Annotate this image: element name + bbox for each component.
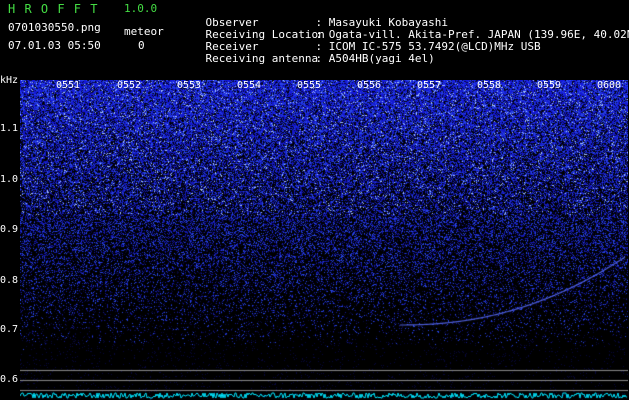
y-tick-label: 0.6 <box>0 374 19 385</box>
datetime: 07.01.03 05:50 <box>8 39 101 52</box>
antenna-label: Receiving antenna <box>205 52 319 65</box>
time-tick-label: 0600 <box>597 80 622 91</box>
y-unit-label: kHz <box>0 75 19 86</box>
y-tick-label: 1.1 <box>0 123 19 134</box>
meteor-count: 0 <box>138 39 145 52</box>
time-tick-label: 0552 <box>117 80 142 91</box>
app-name: H R O F F T <box>8 2 99 16</box>
time-tick-label: 0555 <box>297 80 322 91</box>
filename: 0701030550.png <box>8 21 101 34</box>
hroftt-window: H R O F F T 1.0.0 0701030550.png meteor … <box>0 0 629 400</box>
time-tick-label: 0553 <box>177 80 202 91</box>
time-tick-label: 0554 <box>237 80 262 91</box>
y-tick-label: 0.8 <box>0 275 19 286</box>
antenna-value: : A504HB(yagi 4el) <box>315 52 435 65</box>
time-tick-label: 0558 <box>477 80 502 91</box>
time-tick-label: 0556 <box>357 80 382 91</box>
app-version: 1.0.0 <box>124 2 158 15</box>
time-tick-label: 0559 <box>537 80 562 91</box>
spectrogram-plot <box>20 80 628 400</box>
y-tick-label: 1.0 <box>0 174 19 185</box>
y-tick-label: 0.7 <box>0 324 19 335</box>
antenna-row: Receiving antenna: A504HB(yagi 4el) <box>179 41 435 77</box>
meteor-label: meteor <box>124 25 164 38</box>
time-tick-label: 0551 <box>56 80 81 91</box>
time-tick-label: 0557 <box>417 80 442 91</box>
y-tick-label: 0.9 <box>0 224 19 235</box>
